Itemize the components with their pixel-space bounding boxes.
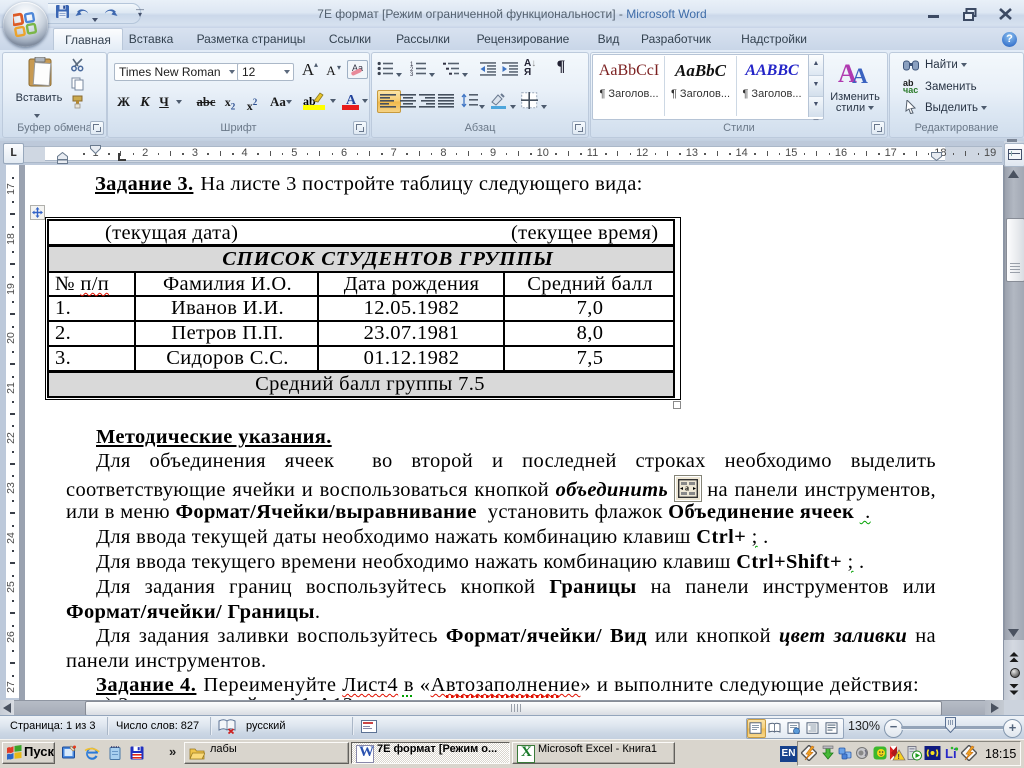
- svg-text:3: 3: [410, 72, 414, 76]
- svg-text:a: a: [685, 484, 689, 493]
- svg-text:!: !: [898, 754, 900, 761]
